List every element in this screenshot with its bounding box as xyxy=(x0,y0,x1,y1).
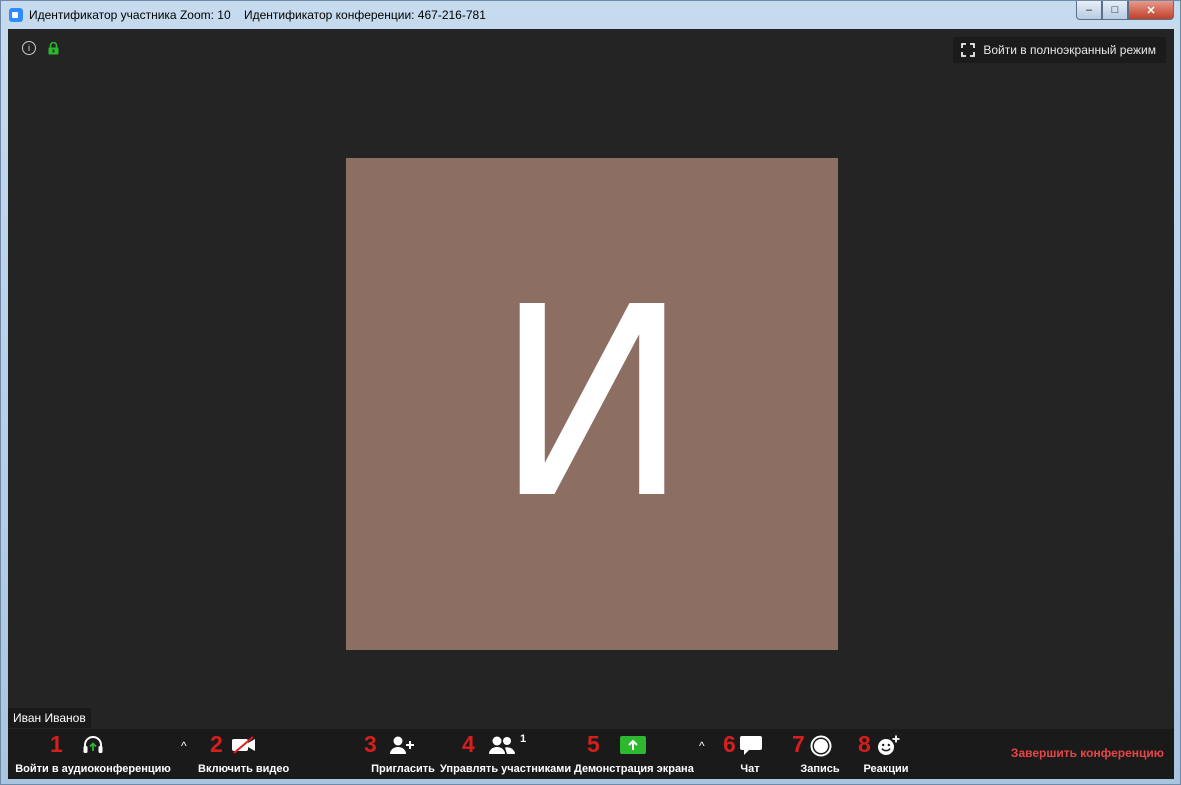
zoom-app-icon xyxy=(9,8,23,22)
video-off-icon xyxy=(232,736,255,754)
participants-icon xyxy=(489,736,515,754)
reactions-icon xyxy=(878,735,900,755)
invite-button[interactable]: Пригласить xyxy=(370,729,436,779)
title-bar[interactable]: Идентификатор участника Zoom: 10 Идентиф… xyxy=(1,1,1180,29)
record-icon xyxy=(810,735,832,757)
avatar-initial: И xyxy=(494,251,690,556)
record-label: Запись xyxy=(800,763,840,775)
record-button[interactable]: Запись xyxy=(798,729,842,779)
invite-label: Пригласить xyxy=(371,763,435,775)
manage-participants-button[interactable]: 1 Управлять участниками xyxy=(440,729,572,779)
add-user-icon xyxy=(390,736,414,754)
close-button[interactable]: ✕ xyxy=(1128,1,1174,20)
audio-options-caret[interactable]: ^ xyxy=(181,739,187,753)
end-meeting-button[interactable]: Завершить конференцию xyxy=(1011,746,1164,760)
lock-icon[interactable] xyxy=(48,42,59,55)
reactions-label: Реакции xyxy=(863,763,909,775)
meeting-area: i Войти в полноэкранный режим И Иван Ива… xyxy=(8,29,1174,779)
fullscreen-label: Войти в полноэкранный режим xyxy=(983,43,1156,57)
chat-icon xyxy=(740,736,762,755)
start-video-label: Включить видео xyxy=(198,763,290,775)
start-video-button[interactable]: Включить видео xyxy=(198,729,290,779)
meeting-toolbar: 1 Войти в аудиоконференцию ^ 2 Включить … xyxy=(8,729,1174,779)
headphones-icon xyxy=(83,736,103,753)
participant-id-text: Идентификатор участника Zoom: 10 xyxy=(29,8,231,22)
zoom-window: Идентификатор участника Zoom: 10 Идентиф… xyxy=(0,0,1181,785)
participants-count: 1 xyxy=(520,733,527,745)
participant-avatar-tile: И xyxy=(346,158,838,650)
join-audio-label: Войти в аудиоконференцию xyxy=(15,763,171,775)
join-audio-button[interactable]: Войти в аудиоконференцию xyxy=(8,729,178,779)
share-screen-icon xyxy=(620,736,646,754)
fullscreen-button[interactable]: Войти в полноэкранный режим xyxy=(953,37,1166,63)
window-title: Идентификатор участника Zoom: 10 Идентиф… xyxy=(29,8,486,22)
participant-name-label: Иван Иванов xyxy=(8,708,91,728)
share-screen-label: Демонстрация экрана xyxy=(574,763,694,775)
info-icon[interactable]: i xyxy=(22,41,36,55)
manage-participants-label: Управлять участниками xyxy=(440,763,572,775)
reactions-button[interactable]: Реакции xyxy=(860,729,912,779)
chat-button[interactable]: Чат xyxy=(732,729,768,779)
share-screen-button[interactable]: Демонстрация экрана xyxy=(574,729,694,779)
window-controls: ‒ □ ✕ xyxy=(1076,1,1174,20)
maximize-button[interactable]: □ xyxy=(1102,1,1128,20)
meeting-id-text: Идентификатор конференции: 467-216-781 xyxy=(243,8,486,22)
minimize-button[interactable]: ‒ xyxy=(1076,1,1102,20)
fullscreen-icon xyxy=(961,43,976,57)
chat-label: Чат xyxy=(740,763,760,775)
share-options-caret[interactable]: ^ xyxy=(699,739,705,753)
